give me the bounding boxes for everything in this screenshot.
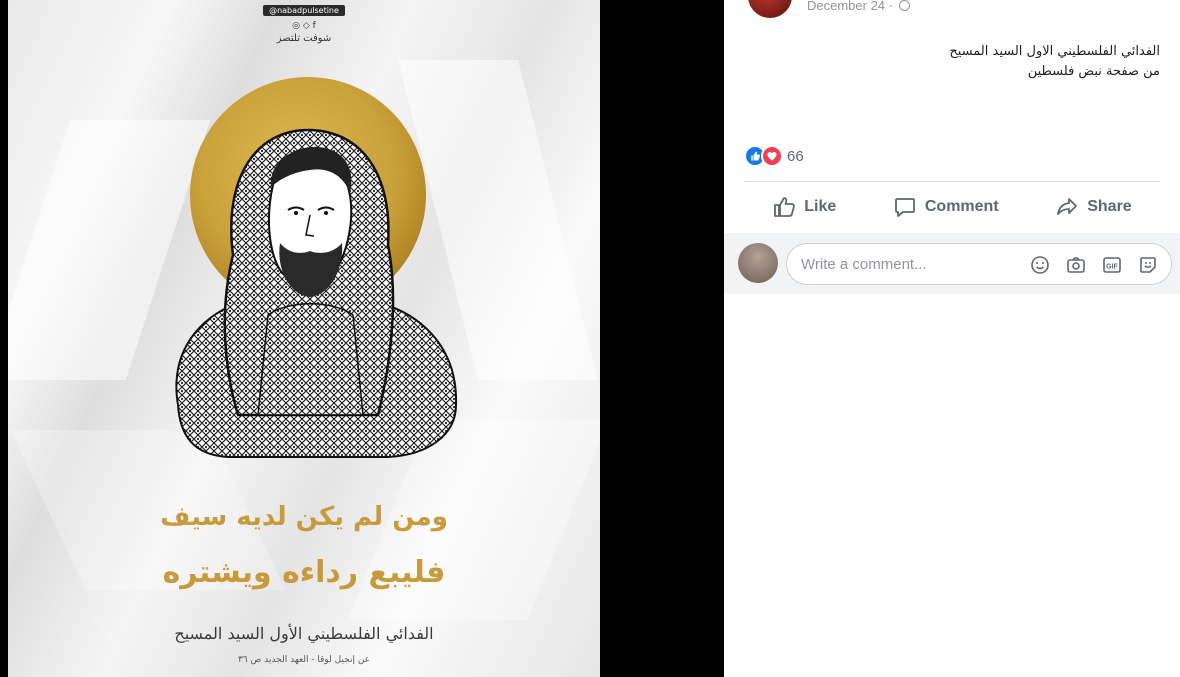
poster-source: عن إنجيل لوقا - العهد الجديد ص ٣٦: [237, 655, 371, 665]
current-user-avatar[interactable]: [738, 243, 778, 283]
poster-headline-line2: فليبع رداءه ويشتره: [162, 555, 446, 590]
comment-label: Comment: [924, 198, 999, 215]
post-text-line1: الفدائي الفلسطيني الاول السيد المسيح: [949, 44, 1160, 59]
love-reaction-icon: [761, 145, 783, 167]
share-arrow-icon: [1057, 198, 1078, 215]
brand-logo: شوفت تلتصز: [276, 33, 332, 44]
svg-text:GIF: GIF: [1106, 264, 1118, 271]
comment-placeholder[interactable]: Write a comment...: [801, 256, 927, 273]
photo-viewer: @nabadpulsetine ◎ ◇ f شوفت تلتصز ومن لم …: [0, 0, 724, 677]
comment-tools: GIF: [1029, 254, 1159, 276]
comment-input[interactable]: Write a comment... GIF: [786, 243, 1172, 285]
page-handle: @nabadpulsetine: [263, 5, 345, 16]
like-label: Like: [804, 198, 837, 215]
camera-icon[interactable]: [1065, 254, 1087, 276]
post-side-panel: December 24 · الفدائي الفلسطيني الاول ال…: [724, 0, 1180, 677]
reaction-count[interactable]: 66: [787, 148, 804, 165]
post-date[interactable]: December 24 ·: [807, 0, 910, 13]
emoji-icon[interactable]: [1029, 254, 1051, 276]
poster-caption: الفدائي الفلسطيني الأول السيد المسيح: [174, 624, 434, 643]
jesus-illustration: [175, 77, 458, 458]
social-icons: ◎ ◇ f: [292, 21, 316, 31]
share-label: Share: [1087, 198, 1132, 215]
poster-headline-line1: ومن لم يكن لديه سيف: [160, 502, 448, 532]
globe-icon: [898, 0, 910, 11]
reactions-summary[interactable]: 66: [744, 144, 804, 168]
sticker-icon[interactable]: [1137, 254, 1159, 276]
share-button[interactable]: Share: [1055, 195, 1132, 219]
post-date-text[interactable]: December 24 ·: [807, 0, 893, 13]
post-text-line2: من صفحة نبض فلسطين: [1027, 64, 1160, 79]
divider-top: [744, 181, 1160, 182]
author-avatar[interactable]: [748, 0, 792, 18]
gif-icon[interactable]: GIF: [1101, 254, 1123, 276]
poster-image: @nabadpulsetine ◎ ◇ f شوفت تلتصز ومن لم …: [8, 0, 600, 677]
thumbs-up-icon: [774, 197, 796, 217]
post-actions: Like Comment Share: [744, 184, 1160, 230]
comment-button[interactable]: Comment: [893, 195, 999, 219]
speech-bubble-icon: [894, 198, 915, 217]
post-text: الفدائي الفلسطيني الاول السيد المسيح من …: [760, 42, 1160, 82]
comment-composer: Write a comment... GIF: [724, 233, 1180, 294]
like-button[interactable]: Like: [772, 195, 836, 219]
